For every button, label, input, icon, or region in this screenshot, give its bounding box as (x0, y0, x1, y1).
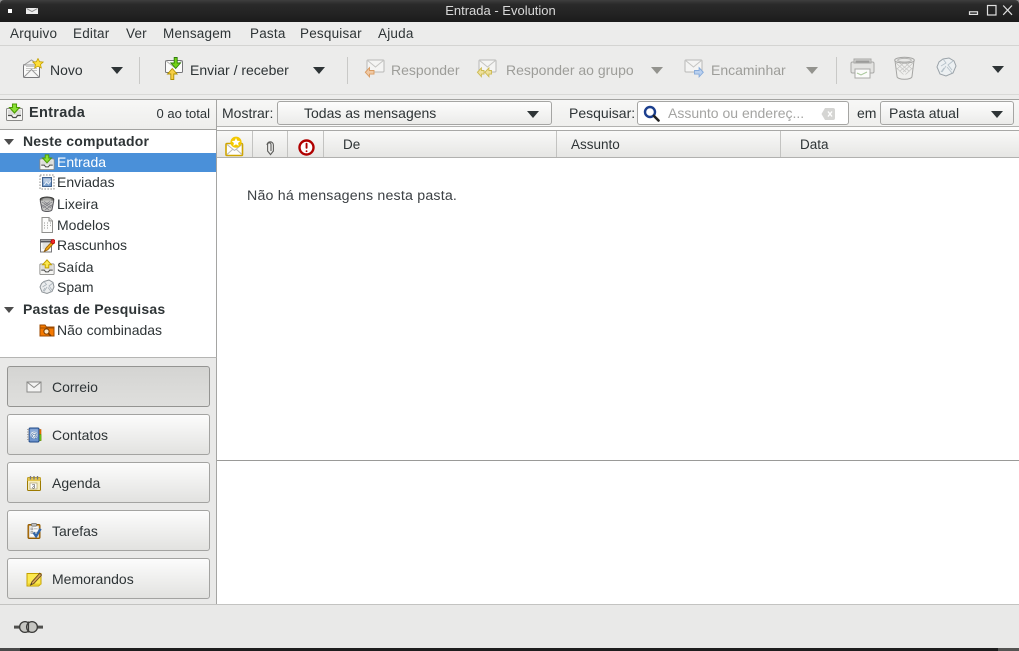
svg-text:3: 3 (32, 483, 36, 490)
svg-text:@: @ (30, 431, 38, 440)
